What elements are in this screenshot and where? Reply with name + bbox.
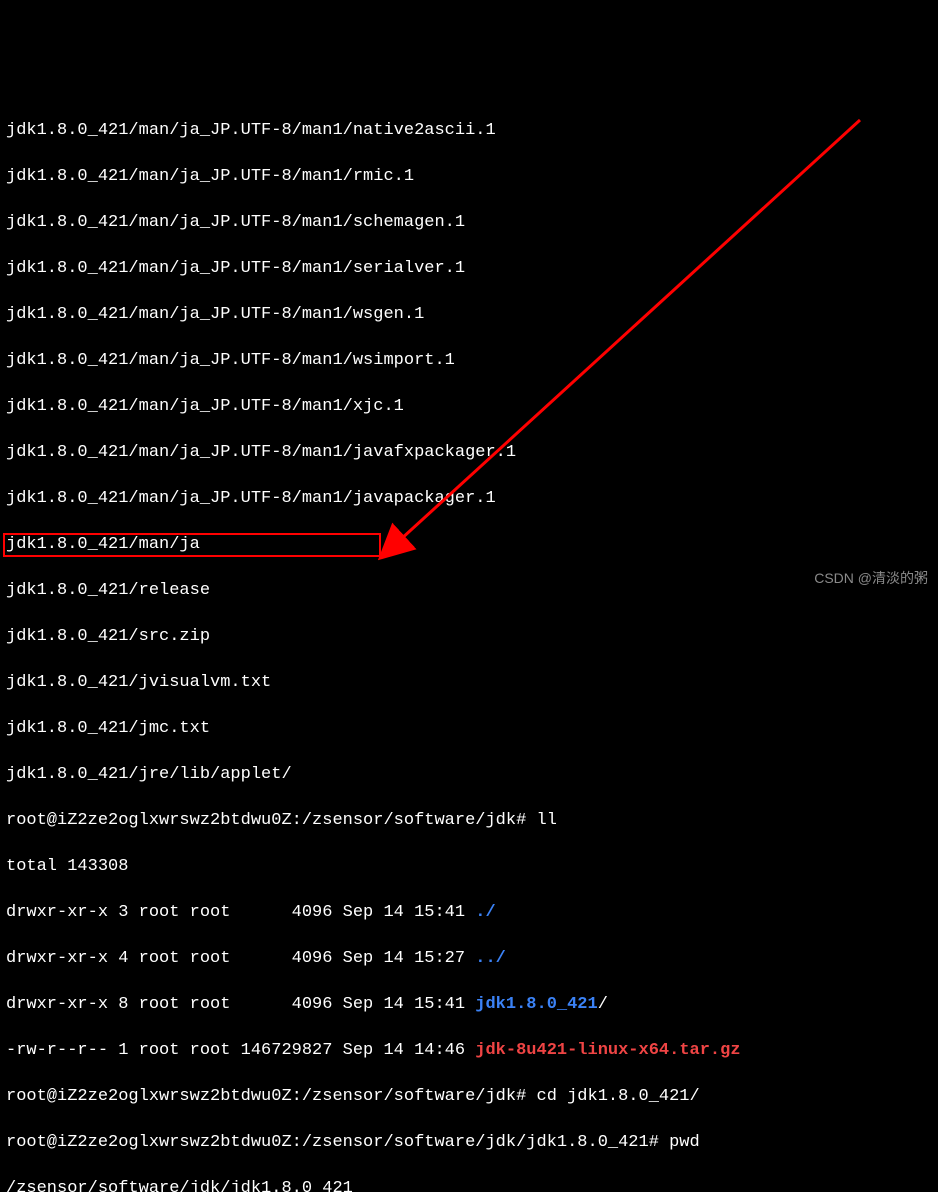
output-line: jdk1.8.0_421/jvisualvm.txt — [6, 671, 932, 694]
output-line: jdk1.8.0_421/man/ja_JP.UTF-8/man1/javapa… — [6, 487, 932, 510]
ls-name: jdk-8u421-linux-x64.tar.gz — [475, 1041, 740, 1060]
ls-name: jdk1.8.0_421 — [475, 995, 597, 1014]
output-line: jdk1.8.0_421/man/ja_JP.UTF-8/man1/wsgen.… — [6, 303, 932, 326]
output-line: jdk1.8.0_421/src.zip — [6, 625, 932, 648]
output-line: jdk1.8.0_421/man/ja — [6, 533, 932, 556]
ls-name: ./ — [475, 903, 495, 922]
watermark: CSDN @清淡的粥 — [814, 567, 928, 590]
output-line: jdk1.8.0_421/jre/lib/applet/ — [6, 763, 932, 786]
pwd-output: /zsensor/software/jdk/jdk1.8.0_421 — [6, 1177, 932, 1192]
ls-perm: drwxr-xr-x 4 root root 4096 Sep 14 15:27 — [6, 949, 475, 968]
output-line: jdk1.8.0_421/man/ja_JP.UTF-8/man1/serial… — [6, 257, 932, 280]
output-line: jdk1.8.0_421/man/ja_JP.UTF-8/man1/xjc.1 — [6, 395, 932, 418]
terminal-output: jdk1.8.0_421/man/ja_JP.UTF-8/man1/native… — [6, 96, 932, 1192]
output-line: jdk1.8.0_421/man/ja_JP.UTF-8/man1/native… — [6, 119, 932, 142]
output-line: jdk1.8.0_421/man/ja_JP.UTF-8/man1/wsimpo… — [6, 349, 932, 372]
ls-suffix: / — [598, 995, 608, 1014]
output-line: jdk1.8.0_421/man/ja_JP.UTF-8/man1/rmic.1 — [6, 165, 932, 188]
output-line: jdk1.8.0_421/man/ja_JP.UTF-8/man1/javafx… — [6, 441, 932, 464]
ls-line: drwxr-xr-x 3 root root 4096 Sep 14 15:41… — [6, 901, 932, 924]
ls-perm: drwxr-xr-x 3 root root 4096 Sep 14 15:41 — [6, 903, 475, 922]
ls-name: ../ — [475, 949, 506, 968]
output-line: total 143308 — [6, 855, 932, 878]
output-line: jdk1.8.0_421/man/ja_JP.UTF-8/man1/schema… — [6, 211, 932, 234]
ls-line: drwxr-xr-x 8 root root 4096 Sep 14 15:41… — [6, 993, 932, 1016]
output-line: jdk1.8.0_421/release — [6, 579, 932, 602]
ls-line: -rw-r--r-- 1 root root 146729827 Sep 14 … — [6, 1039, 932, 1062]
ls-perm: drwxr-xr-x 8 root root 4096 Sep 14 15:41 — [6, 995, 475, 1014]
prompt-line: root@iZ2ze2oglxwrswz2btdwu0Z:/zsensor/so… — [6, 1131, 932, 1154]
prompt-line: root@iZ2ze2oglxwrswz2btdwu0Z:/zsensor/so… — [6, 809, 932, 832]
output-line: jdk1.8.0_421/jmc.txt — [6, 717, 932, 740]
ls-line: drwxr-xr-x 4 root root 4096 Sep 14 15:27… — [6, 947, 932, 970]
prompt-line: root@iZ2ze2oglxwrswz2btdwu0Z:/zsensor/so… — [6, 1085, 932, 1108]
ls-perm: -rw-r--r-- 1 root root 146729827 Sep 14 … — [6, 1041, 475, 1060]
